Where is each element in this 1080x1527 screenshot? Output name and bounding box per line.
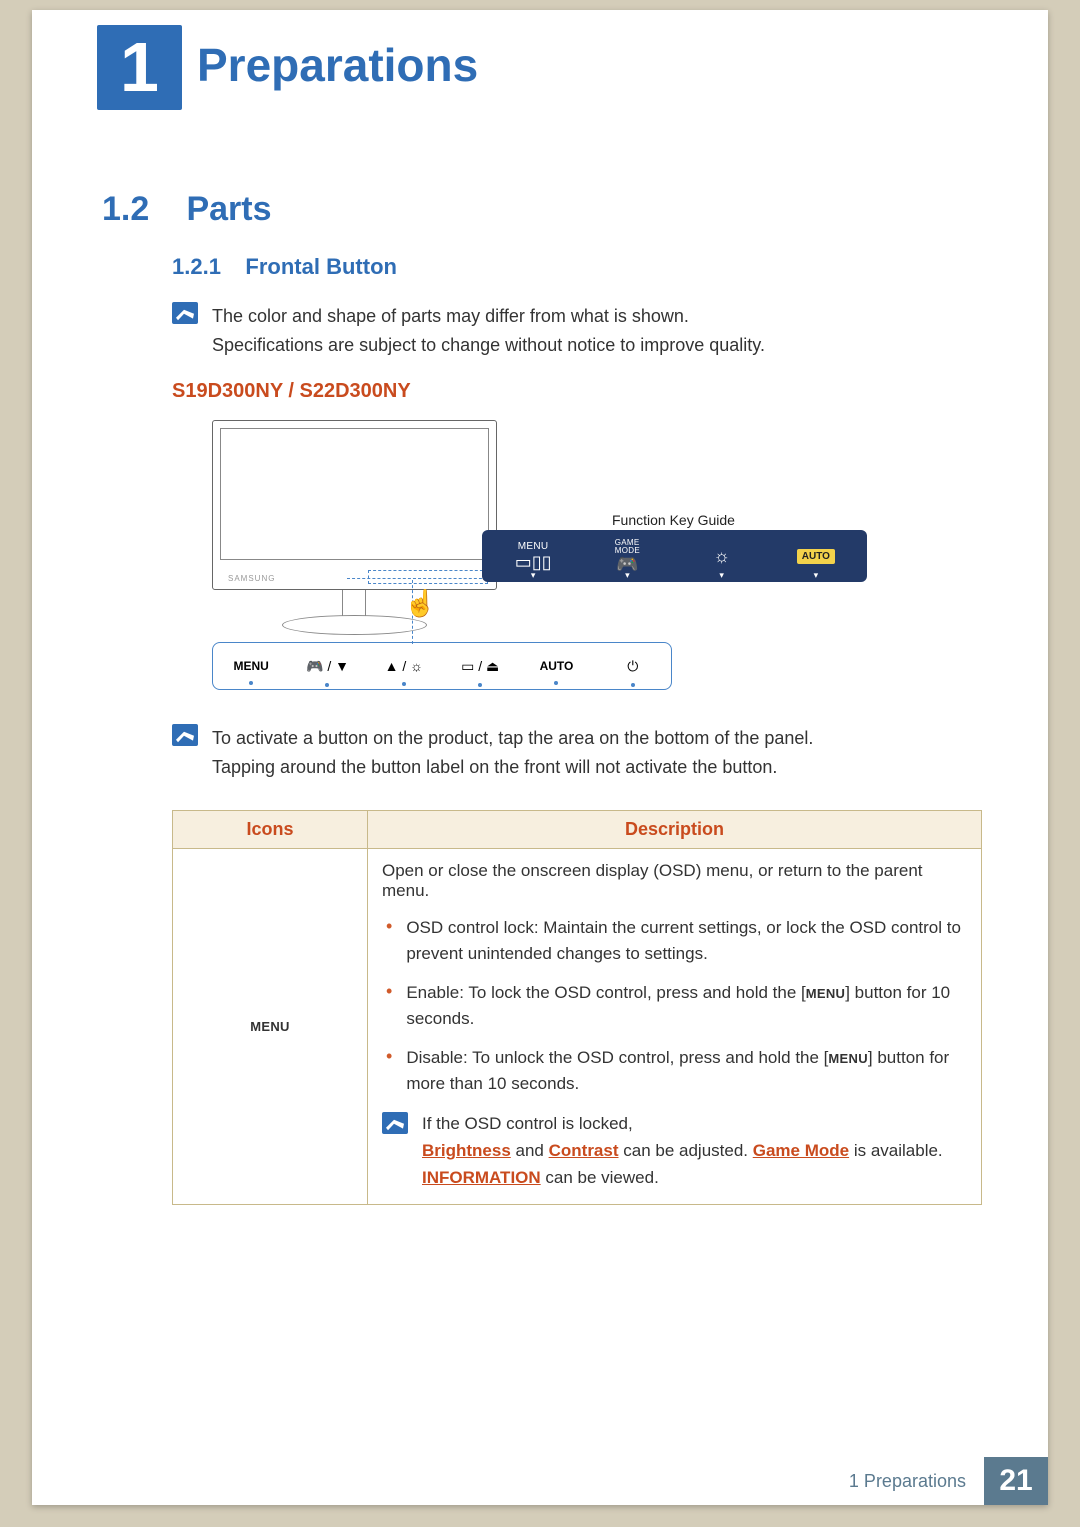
auto-badge: AUTO: [797, 549, 835, 564]
fkg-menu-cell: MENU ▭▯▯ ▾: [486, 534, 580, 578]
subsection-heading: 1.2.1 Frontal Button: [172, 254, 397, 280]
table-cell-description: Open or close the onscreen display (OSD)…: [368, 849, 982, 1205]
fkg-gamemode-cell: GAMEMODE 🎮 ▾: [580, 534, 674, 578]
note-line: Tapping around the button label on the f…: [212, 753, 813, 782]
inner-note-text: If the OSD control is locked, Brightness…: [422, 1110, 943, 1192]
subsection-title: Frontal Button: [245, 254, 397, 279]
bullet-list: • OSD control lock: Maintain the current…: [382, 915, 967, 1096]
osd-menu-icon: ▭▯▯: [515, 553, 552, 571]
link-contrast[interactable]: Contrast: [549, 1141, 619, 1160]
monitor-screen: [220, 428, 489, 560]
list-item: • Disable: To unlock the OSD control, pr…: [382, 1045, 967, 1096]
inner-note: If the OSD control is locked, Brightness…: [382, 1110, 967, 1192]
fkg-auto-cell: AUTO ▾: [769, 534, 863, 578]
bullet-icon: •: [386, 982, 392, 1031]
bullet-text: OSD control lock: Maintain the current s…: [406, 915, 967, 966]
table-header-icons: Icons: [173, 811, 368, 849]
chevron-down-icon: ▾: [814, 570, 819, 581]
table-row: MENU Open or close the onscreen display …: [173, 849, 982, 1205]
chapter-number-block: 1: [97, 25, 182, 110]
fkg-label-text: GAMEMODE: [615, 539, 640, 553]
note-text: The color and shape of parts may differ …: [212, 302, 765, 360]
button-strip: MENU 🎮 / ▼ ▲ / ☼ ▭ / ⏏ AUTO ⏻: [212, 642, 672, 690]
note-line: To activate a button on the product, tap…: [212, 724, 813, 753]
menu-label-inline: MENU: [828, 1051, 867, 1066]
menu-label-icon: MENU: [250, 1019, 289, 1034]
note-icon: [172, 724, 198, 746]
table-cell-icon: MENU: [173, 849, 368, 1205]
note-icon: [382, 1112, 408, 1134]
footer-chapter-label: 1 Preparations: [831, 1457, 984, 1505]
description-intro: Open or close the onscreen display (OSD)…: [382, 861, 967, 901]
note-block: To activate a button on the product, tap…: [172, 724, 813, 782]
note-block: The color and shape of parts may differ …: [172, 302, 765, 360]
link-brightness[interactable]: Brightness: [422, 1141, 511, 1160]
section-title: Parts: [186, 190, 271, 229]
bullet-text: Enable: To lock the OSD control, press a…: [406, 980, 967, 1031]
hand-pointer-icon: ☝: [404, 588, 436, 619]
monitor-brand-logo: SAMSUNG: [228, 574, 275, 583]
list-item: • Enable: To lock the OSD control, press…: [382, 980, 967, 1031]
model-heading: S19D300NY / S22D300NY: [172, 380, 411, 403]
btn-menu: MENU: [213, 659, 289, 673]
btn-gamemode-down: 🎮 / ▼: [289, 658, 365, 675]
chevron-down-icon: ▾: [625, 570, 630, 581]
list-item: • OSD control lock: Maintain the current…: [382, 915, 967, 966]
chevron-down-icon: ▾: [719, 570, 724, 581]
subsection-number: 1.2.1: [172, 254, 221, 279]
link-information[interactable]: INFORMATION: [422, 1168, 541, 1187]
footer-page-number: 21: [984, 1457, 1048, 1505]
fkg-label-text: MENU: [518, 541, 549, 552]
section-number: 1.2: [102, 190, 182, 229]
function-key-guide-panel: MENU ▭▯▯ ▾ GAMEMODE 🎮 ▾ ☼ ▾ AUTO ▾: [482, 530, 867, 582]
section-heading: 1.2 Parts: [102, 190, 272, 229]
note-line: Specifications are subject to change wit…: [212, 331, 765, 360]
page-footer: 1 Preparations 21: [32, 1457, 1048, 1505]
table-header-description: Description: [368, 811, 982, 849]
fkg-brightness-cell: ☼ ▾: [675, 534, 769, 578]
bullet-icon: •: [386, 917, 392, 966]
note-line: The color and shape of parts may differ …: [212, 302, 765, 331]
brightness-icon: ☼: [713, 547, 730, 565]
link-game-mode[interactable]: Game Mode: [753, 1141, 849, 1160]
btn-source: ▭ / ⏏: [442, 658, 518, 675]
btn-power: ⏻: [595, 658, 671, 675]
page: 1 Preparations 1.2 Parts 1.2.1 Frontal B…: [32, 10, 1048, 1505]
monitor-stand-neck: [342, 590, 366, 618]
bullet-text: Disable: To unlock the OSD control, pres…: [406, 1045, 967, 1096]
callout-line: [347, 578, 487, 579]
note-icon: [172, 302, 198, 324]
bullet-icon: •: [386, 1047, 392, 1096]
btn-up-brightness: ▲ / ☼: [366, 658, 442, 674]
button-description-table: Icons Description MENU Open or close the…: [172, 810, 982, 1205]
monitor-outline: SAMSUNG: [212, 420, 497, 590]
chevron-down-icon: ▾: [531, 570, 536, 581]
monitor-button-area-highlight: [368, 570, 488, 584]
inner-note-line: If the OSD control is locked,: [422, 1110, 943, 1137]
inner-note-line: Brightness and Contrast can be adjusted.…: [422, 1137, 943, 1191]
product-diagram: SAMSUNG ☝ Function Key Guide MENU ▭▯▯ ▾ …: [212, 420, 892, 710]
note-text: To activate a button on the product, tap…: [212, 724, 813, 782]
chapter-title: Preparations: [197, 38, 478, 92]
btn-auto: AUTO: [518, 659, 594, 673]
power-icon: ⏻: [627, 658, 638, 674]
function-key-guide-label: Function Key Guide: [612, 512, 735, 528]
menu-label-inline: MENU: [806, 986, 845, 1001]
